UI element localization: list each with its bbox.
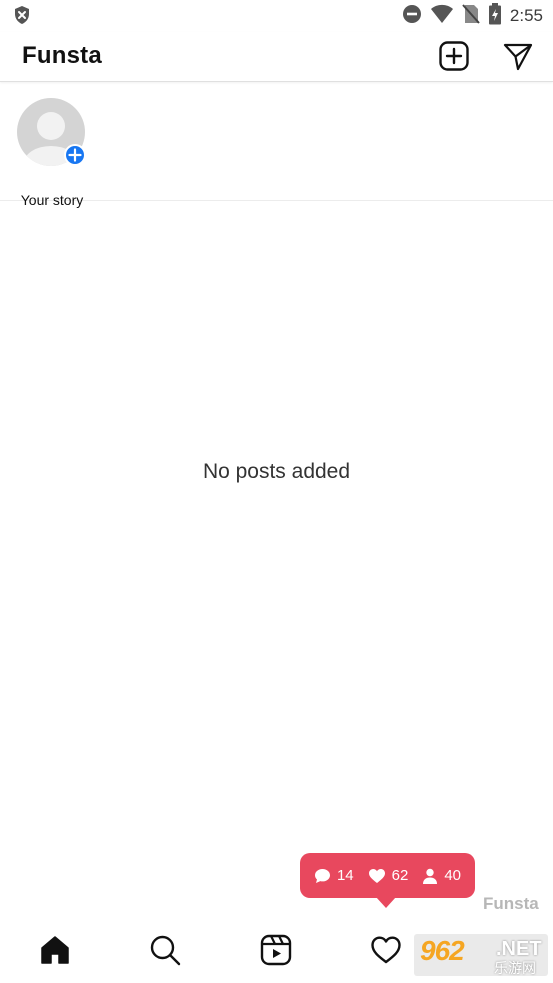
battery-charging-icon	[488, 2, 502, 30]
no-sim-icon	[462, 3, 480, 29]
nav-search[interactable]	[143, 928, 187, 972]
comment-icon	[314, 868, 330, 883]
home-icon	[41, 936, 69, 964]
avatar	[16, 97, 86, 167]
story-your-story[interactable]: Your story	[16, 97, 90, 208]
shield-x-icon	[12, 5, 32, 25]
logo-subtitle: 乐游网	[494, 960, 536, 976]
app-bar: Funsta	[0, 32, 553, 82]
followers-count-value: 40	[444, 867, 462, 884]
direct-messages-button[interactable]	[498, 38, 538, 78]
status-icons: 2:55	[402, 2, 543, 30]
status-time: 2:55	[509, 6, 543, 25]
followers-count: 40	[422, 867, 461, 884]
heart-icon	[371, 936, 401, 964]
plus-icon	[68, 148, 82, 162]
stories-tray: Your story	[0, 83, 553, 208]
do-not-disturb-icon	[402, 4, 422, 29]
logo-number: 962	[420, 935, 465, 966]
wifi-icon	[430, 4, 454, 29]
comments-count-value: 14	[336, 867, 354, 884]
empty-feed-message: No posts added	[202, 460, 351, 483]
comments-count: 14	[314, 867, 354, 884]
heart-filled-icon	[368, 868, 385, 883]
site-watermark-logo: 962 .NET 乐游网	[414, 934, 548, 976]
reels-icon	[260, 934, 292, 966]
add-story-badge[interactable]	[64, 144, 86, 166]
likes-count: 62	[368, 867, 409, 884]
activity-notification-bubble[interactable]: 14 62 40	[300, 853, 475, 908]
send-icon	[503, 41, 533, 76]
watermark-app-name: Funsta	[483, 894, 539, 913]
likes-count-value: 62	[391, 867, 409, 884]
add-post-button[interactable]	[434, 38, 474, 78]
nav-home[interactable]	[33, 928, 77, 972]
search-icon	[150, 935, 181, 966]
app-title: Funsta	[22, 42, 102, 69]
add-post-icon	[439, 40, 469, 76]
nav-reels[interactable]	[254, 928, 298, 972]
person-icon	[423, 868, 438, 884]
status-bar: 2:55	[0, 0, 553, 32]
story-label: Your story	[20, 192, 84, 208]
nav-activity[interactable]	[364, 928, 408, 972]
